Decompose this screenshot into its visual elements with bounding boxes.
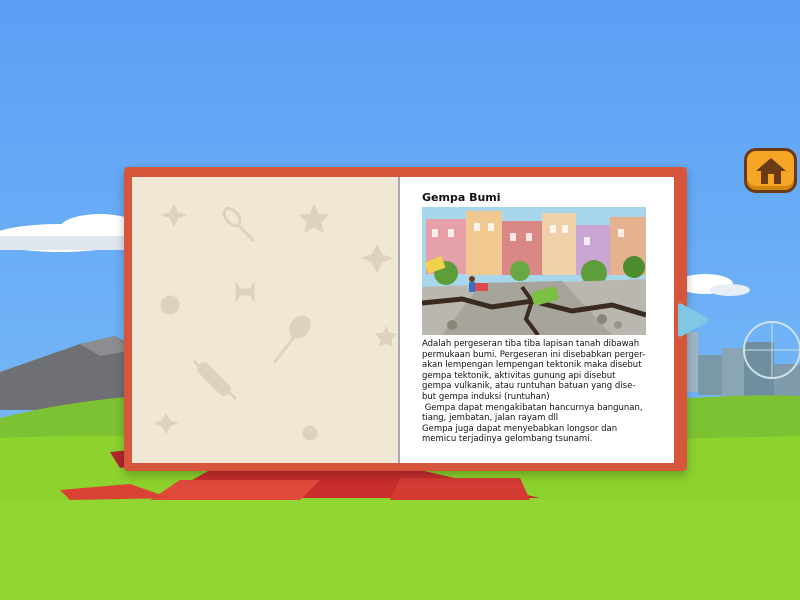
- text-line: Gempa juga dapat menyebabkan longsor dan: [422, 423, 618, 434]
- rolling-pin-icon: [192, 359, 238, 401]
- spoon-icon: [272, 315, 311, 364]
- cookie-icon: [160, 295, 180, 315]
- star-icon: [374, 325, 398, 347]
- left-page: [132, 177, 398, 463]
- home-button[interactable]: [744, 148, 797, 193]
- decorative-doodles: [153, 203, 398, 441]
- text-line: Adalah pergeseran tiba tiba lapisan tana…: [422, 339, 640, 349]
- text-line: tiang, jembatan, jalan rayam dll: [422, 413, 559, 424]
- flower-icon: [360, 243, 394, 274]
- text-line: akan lempengan lempengan tektonik maka d…: [422, 360, 642, 371]
- page-title: Gempa Bumi: [422, 191, 501, 204]
- flower-icon: [160, 203, 188, 228]
- play-arrow-icon[interactable]: [678, 303, 708, 337]
- earthquake-illustration: [422, 207, 646, 335]
- text-line: gempa vulkanik, atau runtuhan batuan yan…: [422, 381, 636, 392]
- right-page: Gempa Bumi Adalah pergeseran tiba tiba l…: [398, 177, 674, 463]
- page-body-text: Adalah pergeseran tiba tiba lapisan tana…: [422, 339, 654, 445]
- text-line: gempa tektonik, aktivitas gunung api dis…: [422, 370, 616, 381]
- candy-icon: [235, 281, 255, 303]
- text-line: but gempa induksi (runtuhan): [422, 391, 550, 402]
- star-icon: [298, 203, 330, 233]
- text-line: memicu terjadinya gelombang tsunami.: [422, 434, 593, 445]
- text-line: Gempa dapat mengakibatan hancurnya bangu…: [422, 402, 643, 413]
- cookie-icon: [302, 425, 318, 441]
- home-icon: [756, 158, 786, 184]
- text-line: permukaan bumi. Pergeseran ini disebabka…: [422, 349, 646, 360]
- flower-icon: [153, 412, 179, 435]
- next-page-button[interactable]: [674, 302, 710, 338]
- storybook: Gempa Bumi Adalah pergeseran tiba tiba l…: [124, 167, 687, 471]
- whisk-icon: [222, 206, 256, 243]
